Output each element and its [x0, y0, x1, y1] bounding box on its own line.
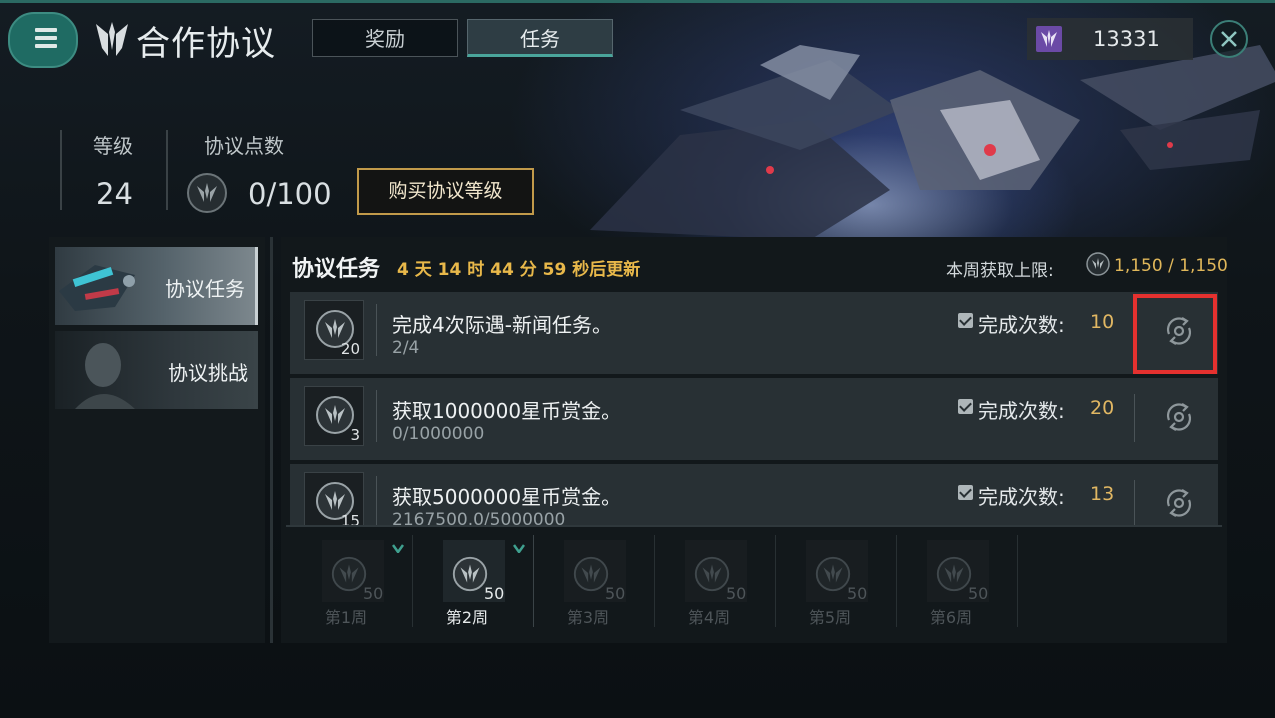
divider — [376, 304, 377, 356]
task-row: 3 获取1000000星币赏金。 0/1000000 完成次数: 20 — [290, 378, 1218, 460]
task-reward: 20 — [304, 300, 364, 360]
weekly-limit-label: 本周获取上限: — [946, 261, 1054, 281]
week-label: 第6周 — [929, 608, 973, 627]
sidebar-item-protocol-challenges[interactable]: 协议挑战 — [55, 331, 258, 409]
close-icon — [1221, 31, 1237, 47]
top-accent-line — [0, 0, 1275, 3]
task-title: 获取5000000星币赏金。 — [392, 485, 622, 509]
divider — [1017, 535, 1018, 627]
divider — [376, 390, 377, 442]
task-row: 15 获取5000000星币赏金。 2167500.0/5000000 完成次数… — [290, 464, 1218, 525]
week-label: 第4周 — [687, 608, 731, 627]
week-reward-amount: 50 — [605, 584, 626, 603]
task-title: 完成4次际遇-新闻任务。 — [392, 313, 612, 337]
task-progress: 2/4 — [392, 338, 420, 358]
week-reward-4[interactable]: 50 第4周 — [654, 540, 764, 630]
sidebar-item-label: 协议任务 — [165, 277, 245, 301]
points-value: 0/100 — [248, 177, 332, 211]
divider — [286, 525, 1222, 527]
claimed-check-icon — [513, 544, 525, 553]
checkbox-icon — [958, 399, 973, 414]
level-label: 等级 — [93, 134, 133, 158]
close-button[interactable] — [1210, 20, 1248, 58]
sidebar-item-label: 协议挑战 — [168, 361, 248, 385]
task-reward-amount: 3 — [350, 426, 360, 444]
task-row: 20 完成4次际遇-新闻任务。 2/4 完成次数: 10 — [290, 292, 1218, 374]
week-label: 第1周 — [324, 608, 368, 627]
tab-rewards[interactable]: 奖励 — [312, 19, 458, 57]
week-reward-amount: 50 — [363, 584, 384, 603]
checkbox-icon — [958, 313, 973, 328]
protocol-point-icon — [187, 173, 227, 213]
divider — [60, 130, 62, 210]
ship-thumbnail-icon — [59, 265, 135, 311]
menu-icon — [35, 28, 57, 52]
tab-tasks[interactable]: 任务 — [467, 19, 613, 57]
task-reward-amount: 20 — [340, 340, 360, 358]
weekly-limit-value: 1,150 / 1,150 — [1114, 256, 1228, 276]
task-reward: 3 — [304, 386, 364, 446]
divider — [376, 476, 377, 525]
week-reward-1[interactable]: 50 第1周 — [291, 540, 404, 630]
week-reward-amount: 50 — [484, 584, 505, 603]
spaceship-illustration — [590, 45, 1275, 240]
sidebar-item-protocol-tasks[interactable]: 协议任务 — [55, 247, 258, 325]
task-progress: 2167500.0/5000000 — [392, 510, 566, 525]
divider — [1134, 394, 1135, 442]
protocol-currency-icon — [1036, 26, 1062, 52]
sidebar-divider — [270, 237, 273, 643]
page-title: 合作协议 — [136, 24, 276, 64]
completions-value: 20 — [1090, 397, 1115, 419]
completions-label: 完成次数: — [978, 485, 1065, 509]
completions-value: 13 — [1090, 483, 1115, 505]
task-reward-amount: 15 — [340, 512, 360, 525]
buy-level-button[interactable]: 购买协议等级 — [357, 168, 534, 215]
portrait-thumbnail-icon — [75, 343, 135, 409]
completions-value: 10 — [1090, 311, 1115, 333]
completions-label: 完成次数: — [978, 399, 1065, 423]
protocol-logo-icon — [96, 22, 128, 56]
refresh-task-button[interactable] — [1162, 400, 1196, 434]
refresh-icon — [1166, 489, 1192, 517]
menu-button[interactable] — [8, 12, 78, 68]
week-reward-2[interactable]: 50 第2周 — [412, 540, 525, 630]
week-reward-amount: 50 — [968, 584, 989, 603]
task-list[interactable]: 20 完成4次际遇-新闻任务。 2/4 完成次数: 10 3 获取1000000… — [286, 292, 1222, 525]
points-label: 协议点数 — [204, 134, 284, 158]
week-reward-amount: 50 — [726, 584, 747, 603]
week-reward-6[interactable]: 50 第6周 — [896, 540, 1006, 630]
week-label: 第3周 — [566, 608, 610, 627]
checkbox-icon — [958, 485, 973, 500]
level-value: 24 — [96, 177, 133, 211]
week-reward-3[interactable]: 50 第3周 — [533, 540, 643, 630]
week-reward-5[interactable]: 50 第5周 — [775, 540, 885, 630]
week-label: 第2周 — [445, 608, 489, 627]
currency-value: 13331 — [1093, 27, 1160, 51]
task-reward: 15 — [304, 472, 364, 525]
week-reward-amount: 50 — [847, 584, 868, 603]
completions-label: 完成次数: — [978, 313, 1065, 337]
claimed-check-icon — [392, 544, 404, 553]
refresh-icon — [1166, 403, 1192, 431]
week-label: 第5周 — [808, 608, 852, 627]
currency-display: 13331 — [1027, 18, 1193, 60]
divider — [1134, 480, 1135, 525]
task-progress: 0/1000000 — [392, 424, 485, 444]
section-title: 协议任务 — [292, 257, 381, 282]
task-title: 获取1000000星币赏金。 — [392, 399, 622, 423]
highlight-box — [1133, 294, 1217, 374]
divider — [166, 130, 168, 210]
protocol-point-icon — [1086, 252, 1110, 276]
refresh-timer: 4 天 14 时 44 分 59 秒后更新 — [397, 260, 641, 280]
refresh-task-button[interactable] — [1162, 486, 1196, 520]
